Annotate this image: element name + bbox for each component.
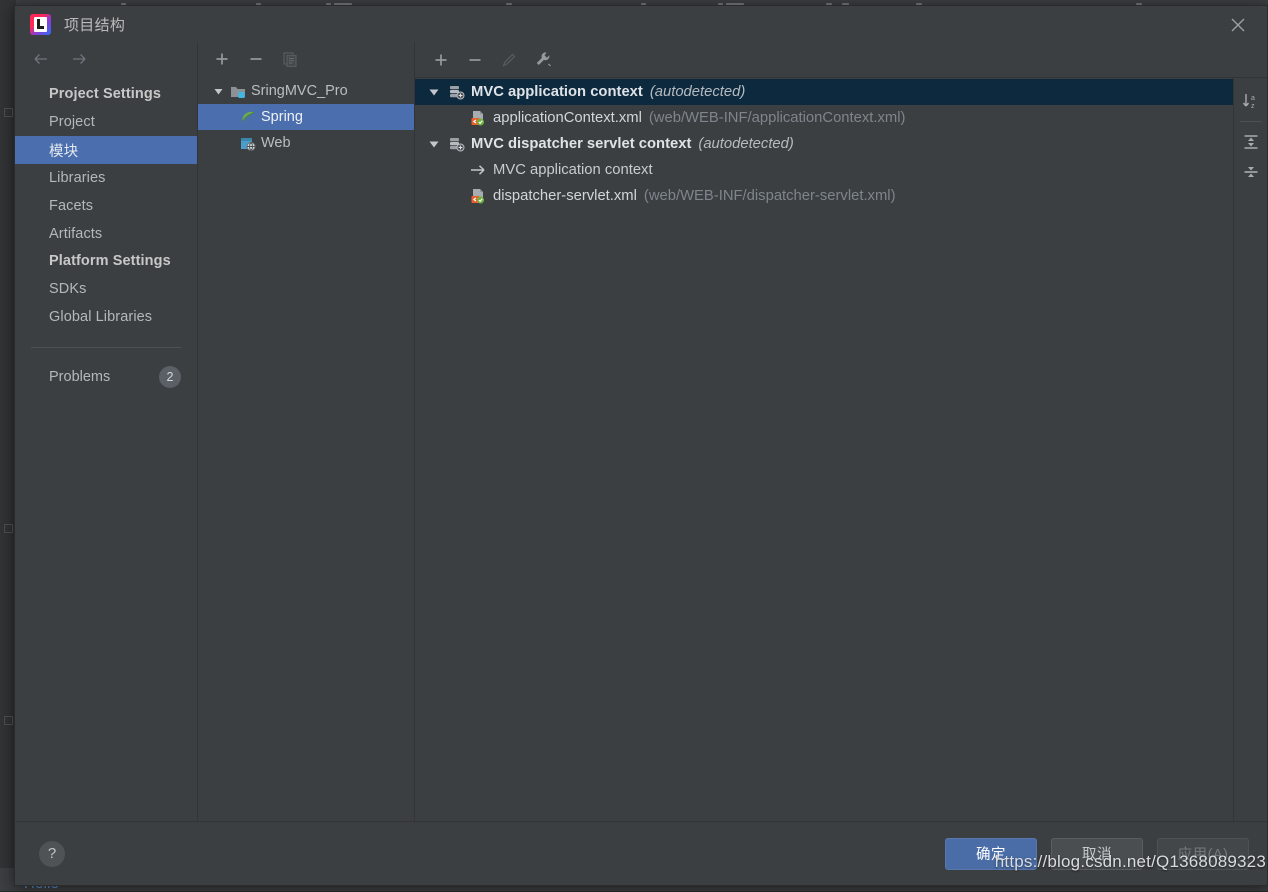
add-module-button[interactable] <box>212 49 232 69</box>
modules-pane: SringMVC_Pro Spring <box>198 42 415 821</box>
gutter-fold-icon <box>4 108 13 117</box>
sidebar-item-facets[interactable]: Facets <box>15 192 197 220</box>
gutter-fold-icon <box>4 716 13 725</box>
sidebar-item-global-libraries[interactable]: Global Libraries <box>15 303 197 331</box>
dialog-body: Project Settings Project 模块 Libraries Fa… <box>15 42 1267 821</box>
module-tree-row[interactable]: SringMVC_Pro <box>198 78 414 104</box>
navigation-arrows <box>15 42 197 76</box>
side-toolbar-divider <box>1240 121 1262 122</box>
context-note: (autodetected) <box>650 84 745 100</box>
watermark-text: https://blog.csdn.net/Q1368089323 <box>995 852 1266 872</box>
module-tree-row[interactable]: Web <box>198 130 414 156</box>
chevron-down-icon[interactable] <box>208 86 228 97</box>
chevron-down-icon[interactable] <box>423 86 445 98</box>
context-tree-row[interactable]: applicationContext.xml (web/WEB-INF/appl… <box>415 105 1233 131</box>
sidebar-item-project[interactable]: Project <box>15 108 197 136</box>
dialog-titlebar: 项目结构 <box>15 6 1267 42</box>
add-context-button[interactable] <box>431 50 451 70</box>
contexts-toolbar <box>415 42 1267 78</box>
sidebar-list: Project Settings Project 模块 Libraries Fa… <box>15 76 197 392</box>
sidebar-item-libraries[interactable]: Libraries <box>15 164 197 192</box>
spring-leaf-icon <box>238 110 258 125</box>
sidebar-item-sdks[interactable]: SDKs <box>15 275 197 303</box>
contexts-side-toolbar: a z <box>1233 78 1267 821</box>
dialog-title: 项目结构 <box>64 14 125 35</box>
remove-module-button[interactable] <box>246 49 266 69</box>
arrow-left-icon[interactable] <box>32 50 50 68</box>
problems-count-badge: 2 <box>159 366 181 388</box>
expand-all-icon[interactable] <box>1237 127 1265 157</box>
context-file-name: dispatcher-servlet.xml <box>493 188 637 204</box>
module-folder-icon <box>228 84 248 99</box>
module-label: SringMVC_Pro <box>251 83 348 99</box>
context-name: MVC dispatcher servlet context <box>471 136 691 152</box>
question-mark-icon[interactable]: ? <box>39 841 65 867</box>
context-tree-row[interactable]: MVC application context (autodetected) <box>415 79 1233 105</box>
web-facet-icon <box>238 136 258 151</box>
spring-xml-file-icon <box>467 188 489 204</box>
sidebar-divider <box>31 347 181 348</box>
context-reference-name: MVC application context <box>493 162 653 178</box>
sidebar-group-project-settings: Project Settings <box>15 81 197 108</box>
context-tree-row[interactable]: dispatcher-servlet.xml (web/WEB-INF/disp… <box>415 183 1233 209</box>
gutter-fold-icon <box>4 524 13 533</box>
module-tree-row[interactable]: Spring <box>198 104 414 130</box>
pencil-icon <box>499 50 519 70</box>
sidebar-item-artifacts[interactable]: Artifacts <box>15 220 197 248</box>
modules-tree: SringMVC_Pro Spring <box>198 76 414 156</box>
remove-context-button[interactable] <box>465 50 485 70</box>
context-note: (autodetected) <box>698 136 793 152</box>
context-file-path: (web/WEB-INF/applicationContext.xml) <box>649 110 906 126</box>
sidebar-item-label: Problems <box>49 369 159 385</box>
context-file-path: (web/WEB-INF/dispatcher-servlet.xml) <box>644 188 896 204</box>
chevron-down-icon[interactable] <box>423 138 445 150</box>
context-name: MVC application context <box>471 84 643 100</box>
contexts-tree: MVC application context (autodetected) <box>415 78 1233 821</box>
close-icon[interactable] <box>1223 13 1253 37</box>
contexts-main: MVC application context (autodetected) <box>415 78 1267 821</box>
arrow-right-icon[interactable] <box>70 50 88 68</box>
collapse-all-icon[interactable] <box>1237 157 1265 187</box>
copy-module-button <box>280 49 300 69</box>
sidebar-group-platform-settings: Platform Settings <box>15 248 197 275</box>
svg-text:a: a <box>1251 95 1255 102</box>
spring-contexts-pane: MVC application context (autodetected) <box>415 42 1267 821</box>
svg-text:z: z <box>1251 103 1255 110</box>
module-label: Spring <box>261 109 303 125</box>
intellij-idea-logo-icon <box>30 14 51 35</box>
context-tree-row[interactable]: MVC application context <box>415 157 1233 183</box>
module-label: Web <box>261 135 291 151</box>
sort-az-icon[interactable]: a z <box>1237 86 1265 116</box>
context-tree-row[interactable]: MVC dispatcher servlet context (autodete… <box>415 131 1233 157</box>
arrow-right-ref-icon <box>467 163 489 177</box>
sidebar-item-modules[interactable]: 模块 <box>15 136 197 164</box>
settings-sidebar: Project Settings Project 模块 Libraries Fa… <box>15 42 198 821</box>
spring-xml-file-icon <box>467 110 489 126</box>
modules-toolbar <box>198 42 414 76</box>
spring-context-icon <box>445 84 467 100</box>
wrench-icon[interactable] <box>533 50 553 70</box>
project-structure-dialog: 项目结构 Project <box>14 5 1268 886</box>
sidebar-item-problems[interactable]: Problems 2 <box>15 362 197 392</box>
spring-context-icon <box>445 136 467 152</box>
context-file-name: applicationContext.xml <box>493 110 642 126</box>
